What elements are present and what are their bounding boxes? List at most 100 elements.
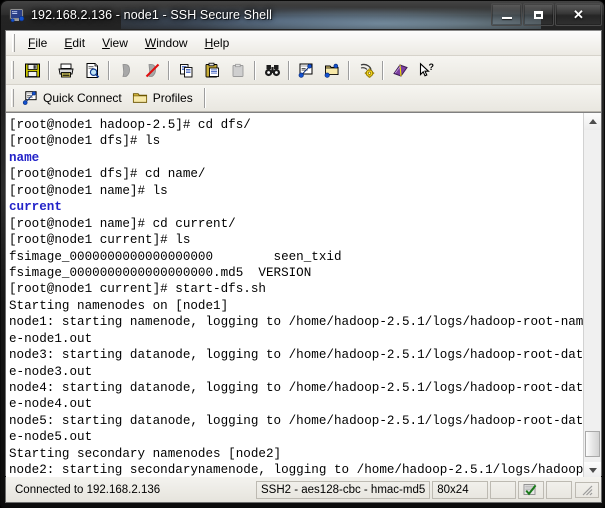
connect-bar: Quick Connect Profiles [6, 85, 601, 112]
new-file-transfer-icon [324, 63, 339, 78]
context-help-icon: ? [419, 62, 434, 77]
scroll-up-button[interactable] [584, 113, 601, 130]
scrollbar-thumb[interactable] [585, 431, 600, 457]
disconnect-button[interactable] [140, 58, 164, 82]
copy-button[interactable] [174, 58, 198, 82]
terminal-line: [root@node1 name]# ls [9, 183, 168, 198]
resize-grip-icon [582, 485, 593, 495]
help-book-button[interactable] [388, 58, 412, 82]
disconnect-icon [145, 63, 159, 77]
terminal-panel: [root@node1 hadoop-2.5]# cd dfs/ [root@no… [6, 112, 601, 479]
new-terminal-icon [298, 63, 313, 78]
print-icon [58, 63, 74, 77]
status-spacer-right [546, 480, 573, 499]
copy-icon [179, 63, 192, 77]
terminal-output[interactable]: [root@node1 hadoop-2.5]# cd dfs/ [root@no… [6, 113, 583, 479]
window-controls: ✕ [491, 3, 602, 26]
help-book-icon [392, 63, 408, 77]
svg-text:?: ? [428, 62, 434, 72]
scroll-down-arrow-icon [588, 468, 597, 473]
find-icon [264, 64, 280, 76]
terminal-line: e-node3.out [9, 364, 93, 379]
terminal-line: fsimage_0000000000000000000.md5 VERSION [9, 265, 312, 280]
terminal-line: [root@node1 current]# ls [9, 233, 191, 248]
terminal-line: current [9, 200, 62, 215]
terminal-line: fsimage_0000000000000000000 seen_txid [9, 249, 342, 264]
settings-icon [360, 63, 374, 78]
terminal-line: node1: starting namenode, logging to /ho… [9, 315, 583, 330]
terminal-line: e-node4.out [9, 397, 93, 412]
toolbar-separator [108, 60, 110, 80]
menu-bar: File Edit View Window Help [6, 31, 601, 56]
status-connection: Connected to 192.168.2.136 [15, 483, 161, 496]
close-button[interactable]: ✕ [555, 3, 602, 26]
status-terminal-size: 80x24 [432, 480, 489, 499]
toolbar-separator [168, 60, 170, 80]
maximize-button[interactable] [523, 3, 554, 26]
scroll-up-arrow-icon [588, 119, 597, 124]
menu-window[interactable]: Window [137, 33, 197, 53]
terminal-line: e-node5.out [9, 430, 93, 445]
minimize-icon [501, 16, 512, 19]
terminal-line: Starting secondary namenodes [node2] [9, 446, 282, 461]
terminal-line: [root@node1 dfs]# cd name/ [9, 167, 206, 182]
quick-connect-label: Quick Connect [43, 91, 122, 105]
title-bar[interactable]: 192.168.2.136 - node1 - SSH Secure Shell… [1, 1, 604, 30]
print-preview-icon [86, 62, 99, 78]
connect-icon [121, 63, 130, 77]
menu-file[interactable]: File [20, 33, 56, 53]
connectbar-end-separator [203, 88, 206, 108]
terminal-line: node3: starting datanode, logging to /ho… [9, 348, 583, 363]
toolbar-separator [288, 60, 290, 80]
status-encryption-indicator[interactable] [518, 480, 545, 499]
find-button[interactable] [260, 58, 284, 82]
copy-paste-button[interactable] [226, 58, 250, 82]
print-preview-button[interactable] [80, 58, 104, 82]
vertical-scrollbar[interactable] [583, 113, 601, 479]
profiles-label: Profiles [152, 91, 193, 105]
status-cipher: SSH2 - aes128-cbc - hmac-md5 [256, 480, 431, 499]
minimize-button[interactable] [491, 3, 522, 26]
terminal-line: [root@node1 current]# start-dfs.sh [9, 282, 266, 297]
quick-connect-icon [22, 91, 37, 105]
new-terminal-button[interactable] [294, 58, 318, 82]
terminal-line: e-node1.out [9, 331, 93, 346]
menu-view[interactable]: View [94, 33, 137, 53]
terminal-line: [root@node1 dfs]# ls [9, 134, 161, 149]
copy-paste-icon [232, 63, 243, 77]
terminal-line: node5: starting datanode, logging to /ho… [9, 413, 583, 428]
window-title: 192.168.2.136 - node1 - SSH Secure Shell [31, 8, 272, 22]
resize-grip[interactable] [575, 481, 599, 498]
connect-button[interactable] [114, 58, 138, 82]
toolbar-separator [48, 60, 50, 80]
ssh-terminal-icon [9, 8, 25, 23]
toolbar: ? [6, 56, 601, 85]
profiles-button[interactable]: Profiles [129, 87, 200, 109]
terminal-line: Starting namenodes on [node1] [9, 298, 229, 313]
context-help-button[interactable]: ? [414, 58, 438, 82]
status-spacer-left [490, 480, 517, 499]
menubar-grip[interactable] [12, 34, 15, 52]
ssh-secure-shell-window: 192.168.2.136 - node1 - SSH Secure Shell… [0, 0, 605, 508]
folder-icon [132, 93, 147, 103]
terminal-line: node4: starting datanode, logging to /ho… [9, 381, 583, 395]
quick-connect-button[interactable]: Quick Connect [19, 87, 129, 109]
paste-button[interactable] [200, 58, 224, 82]
encryption-indicator-icon [523, 483, 537, 495]
client-area: File Edit View Window Help ? Quick Conne… [5, 30, 602, 479]
connectbar-grip[interactable] [11, 89, 14, 107]
print-button[interactable] [54, 58, 78, 82]
settings-button[interactable] [354, 58, 378, 82]
menu-edit[interactable]: Edit [56, 33, 94, 53]
paste-icon [205, 62, 219, 77]
terminal-line: [root@node1 hadoop-2.5]# cd dfs/ [9, 118, 251, 132]
toolbar-grip[interactable] [11, 61, 14, 79]
close-icon: ✕ [573, 7, 584, 22]
save-icon [24, 63, 40, 77]
save-button[interactable] [20, 58, 44, 82]
terminal-line: name [9, 150, 40, 165]
new-file-transfer-button[interactable] [320, 58, 344, 82]
menu-help[interactable]: Help [197, 33, 239, 53]
toolbar-separator [382, 60, 384, 80]
terminal-line: [root@node1 name]# cd current/ [9, 216, 236, 231]
